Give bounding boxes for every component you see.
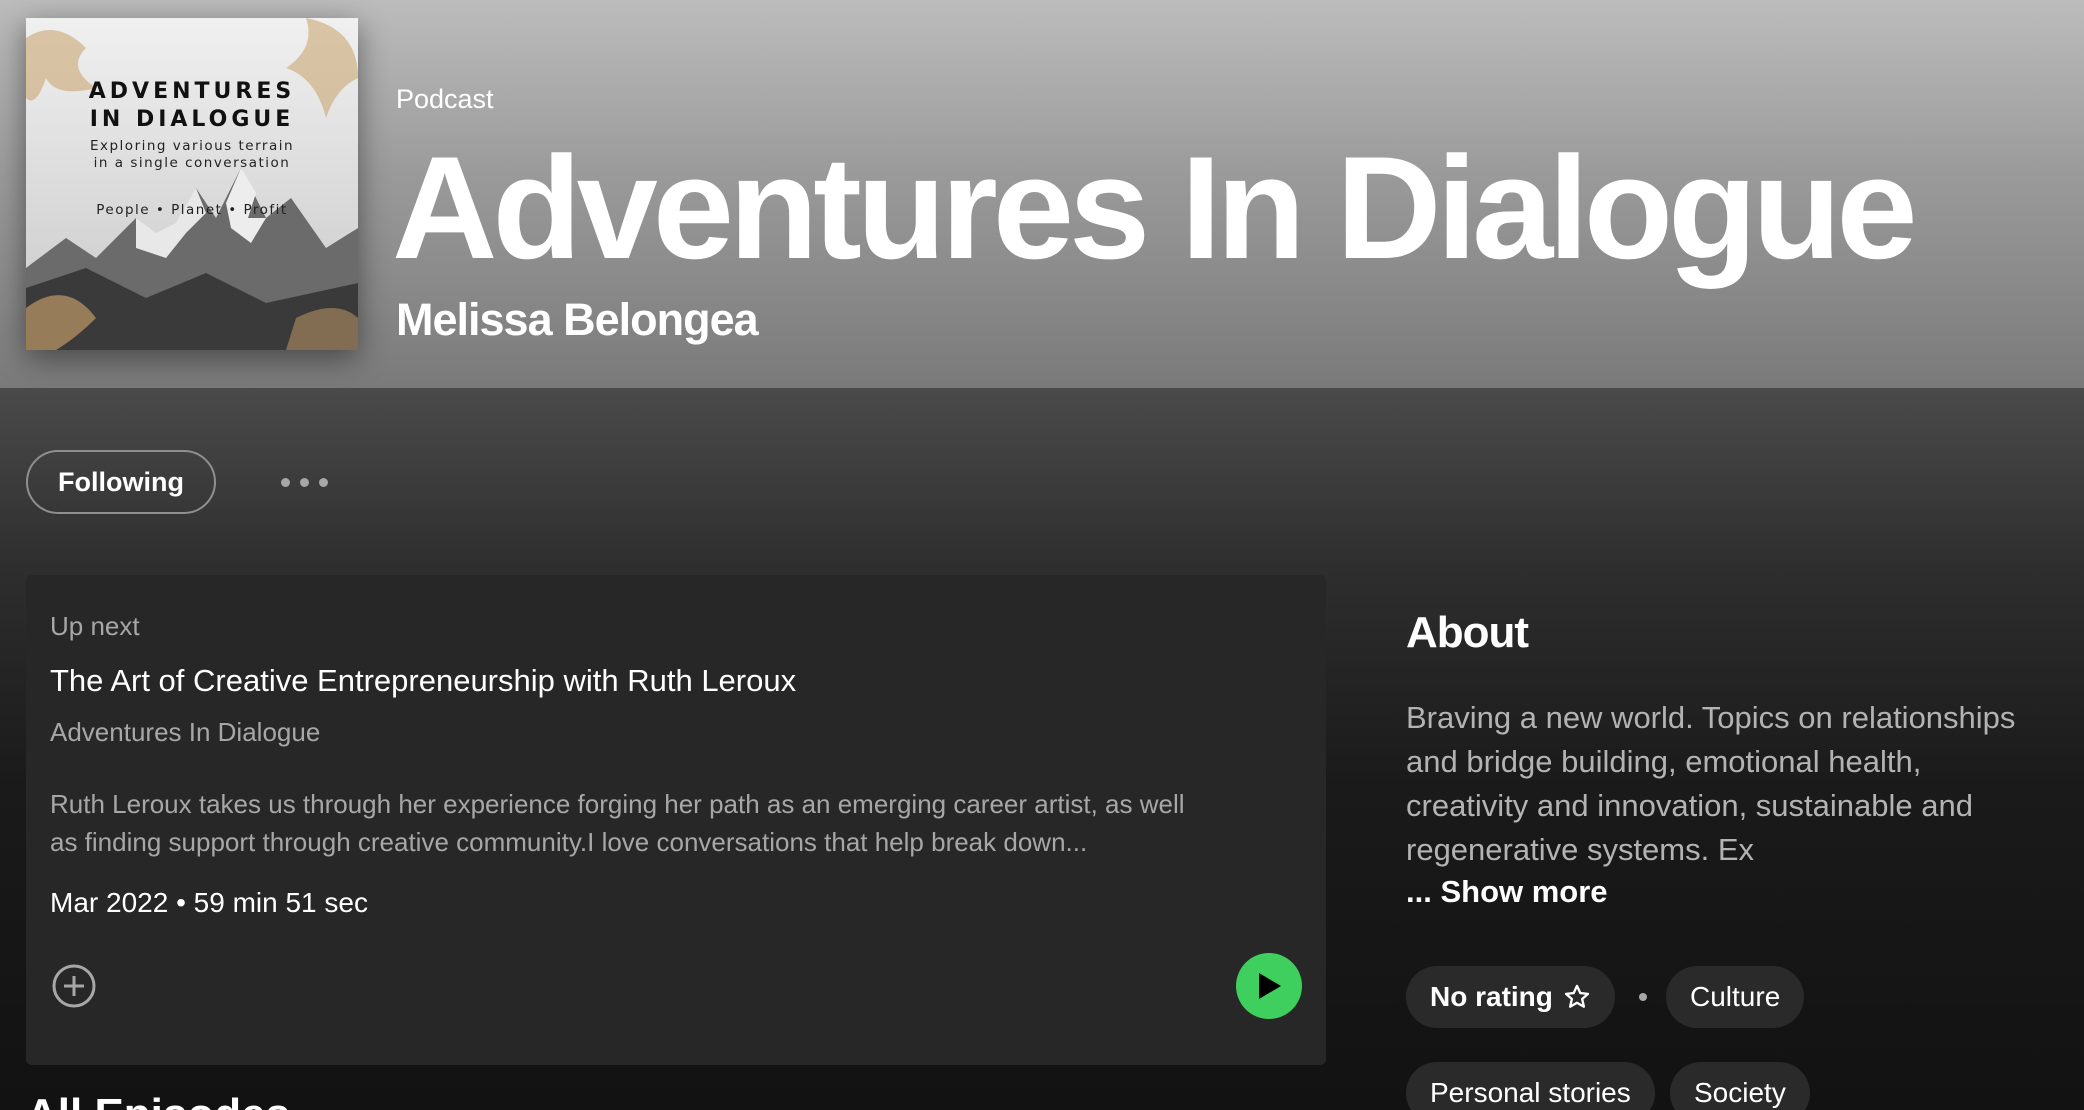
following-button[interactable]: Following — [26, 450, 216, 514]
play-icon — [1259, 973, 1281, 999]
podcast-author[interactable]: Melissa Belongea — [396, 294, 759, 346]
episode-description-line: Ruth Leroux takes us through her experie… — [50, 789, 1185, 819]
up-next-card[interactable]: Up next The Art of Creative Entrepreneur… — [26, 575, 1326, 1065]
play-episode-button[interactable] — [1236, 953, 1302, 1019]
more-horizontal-icon — [299, 477, 309, 487]
episode-meta: Mar 2022 • 59 min 51 sec — [50, 887, 368, 918]
podcast-header: ADVENTURES IN DIALOGUE Exploring various… — [0, 0, 2084, 388]
more-horizontal-icon — [280, 477, 290, 487]
about-heading: About — [1406, 608, 1529, 657]
cover-title: ADVENTURES IN DIALOGUE — [26, 78, 358, 134]
about-description: Braving a new world. Topics on relations… — [1406, 696, 2066, 872]
cover-subtitle: Exploring various terrain in a single co… — [26, 138, 358, 172]
about-description-line: creativity and innovation, sustainable a… — [1406, 788, 1973, 823]
rating-label: No rating — [1430, 981, 1553, 1012]
about-description-line: Braving a new world. Topics on relations… — [1406, 700, 2016, 735]
about-description-line: regenerative systems. Ex — [1406, 832, 1755, 867]
podcast-title: Adventures In Dialogue — [392, 126, 1918, 289]
category-tag[interactable]: Society — [1670, 1062, 1810, 1110]
all-episodes-heading: All Episodes — [26, 1090, 290, 1110]
podcast-cover-art: ADVENTURES IN DIALOGUE Exploring various… — [26, 18, 358, 350]
cover-tags: People • Planet • Profit — [96, 202, 288, 218]
episode-title[interactable]: The Art of Creative Entrepreneurship wit… — [50, 663, 796, 699]
more-horizontal-icon — [318, 477, 328, 487]
category-tag[interactable]: Personal stories — [1406, 1062, 1655, 1110]
episode-description: Ruth Leroux takes us through her experie… — [50, 785, 1310, 861]
about-description-line: and bridge building, emotional health, — [1406, 744, 1922, 779]
separator-dot — [1639, 993, 1647, 1001]
content-type-label: Podcast — [396, 84, 494, 114]
rating-button[interactable]: No rating — [1406, 966, 1615, 1028]
category-tag[interactable]: Culture — [1666, 966, 1805, 1028]
episode-description-line: as finding support through creative comm… — [50, 827, 1088, 857]
more-options-button[interactable] — [272, 466, 336, 498]
add-to-library-button[interactable] — [50, 962, 98, 1010]
show-more-link[interactable]: ... Show more — [1406, 874, 1608, 910]
cover-subtitle-line: Exploring various terrain — [89, 138, 295, 154]
episode-show-name[interactable]: Adventures In Dialogue — [50, 717, 320, 748]
cover-title-line: IN DIALOGUE — [89, 107, 295, 132]
cover-artwork-image — [26, 18, 358, 350]
cover-title-line: ADVENTURES — [88, 79, 296, 104]
cover-subtitle-line: in a single conversation — [93, 155, 291, 171]
plus-circle-icon — [52, 964, 96, 1008]
up-next-label: Up next — [50, 611, 140, 641]
star-outline-icon — [1564, 984, 1590, 1008]
